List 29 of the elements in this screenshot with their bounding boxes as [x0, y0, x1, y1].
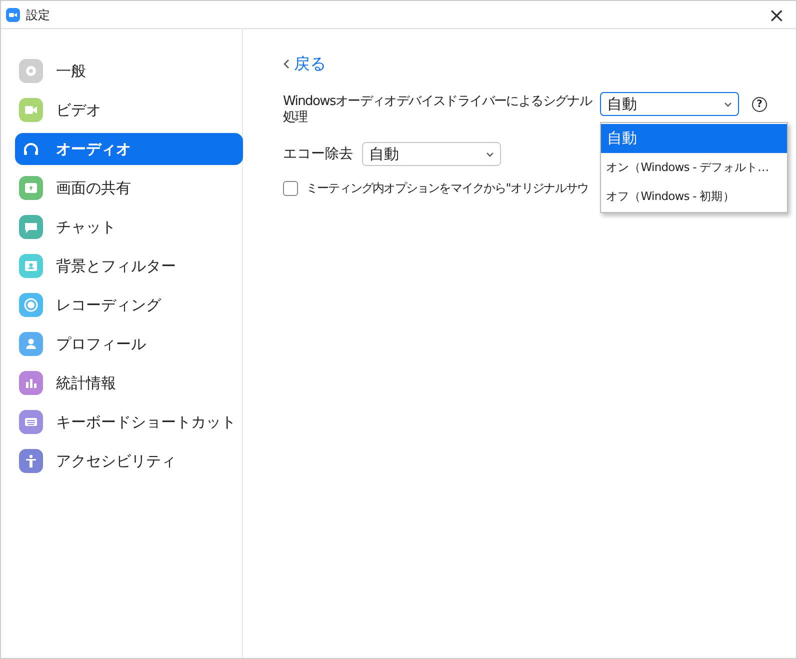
- sidebar-item[interactable]: キーボードショートカット: [15, 406, 243, 438]
- sidebar-item[interactable]: 背景とフィルター: [15, 250, 243, 282]
- dropdown-option[interactable]: オン（Windows - デフォルト…: [601, 153, 787, 182]
- checkbox[interactable]: [283, 180, 298, 196]
- setting-label: Windowsオーディオデバイスドライバーによるシグナル処理: [283, 93, 594, 126]
- dropdown[interactable]: 自動: [600, 92, 739, 116]
- sidebar-item[interactable]: レコーディング: [15, 289, 243, 321]
- dropdown[interactable]: 自動: [362, 142, 501, 166]
- close-button[interactable]: ×: [768, 4, 785, 24]
- back-label: 戻る: [294, 53, 326, 75]
- sidebar-item[interactable]: アクセシビリティ: [15, 445, 243, 477]
- window-title: 設定: [26, 6, 50, 24]
- sidebar-item[interactable]: プロフィール: [15, 328, 243, 360]
- dropdown-option[interactable]: オフ（Windows - 初期）: [601, 182, 787, 211]
- sidebar-item[interactable]: ビデオ: [15, 94, 243, 126]
- app-logo-icon: [6, 8, 20, 22]
- dropdown-option[interactable]: 自動: [601, 124, 787, 153]
- chevron-left-icon: [283, 59, 290, 69]
- setting-label: エコー除去: [283, 144, 353, 164]
- checkbox-label: ミーティング内オプションをマイクから"オリジナルサウ: [306, 180, 588, 197]
- sidebar-item[interactable]: オーディオ: [15, 133, 243, 165]
- sidebar-item[interactable]: 画面の共有: [15, 172, 243, 204]
- help-icon[interactable]: ?: [752, 97, 767, 112]
- back-link[interactable]: 戻る: [283, 52, 326, 76]
- chevron-down-icon: [724, 102, 732, 106]
- sidebar-item[interactable]: 一般: [15, 55, 243, 87]
- sidebar-item[interactable]: チャット: [15, 211, 243, 243]
- sidebar-item[interactable]: 統計情報: [15, 367, 243, 399]
- chevron-down-icon: [486, 152, 494, 156]
